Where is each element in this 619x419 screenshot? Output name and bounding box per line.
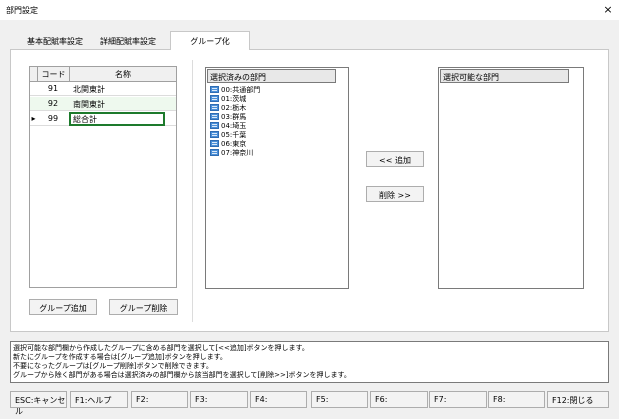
selected-departments-list[interactable]: 選択済みの部門 00:共通部門 01:茨城 02:栃木 03:群馬 04:埼玉 … bbox=[205, 67, 349, 289]
selected-list-header: 選択済みの部門 bbox=[207, 69, 336, 83]
group-grid[interactable]: コード 名称 91 北関東計 92 南関東計 ▸ 99 総合計 bbox=[29, 66, 177, 288]
department-icon bbox=[210, 131, 219, 138]
department-icon bbox=[210, 149, 219, 156]
f8-button[interactable]: F8: bbox=[488, 391, 545, 408]
row-header bbox=[30, 97, 37, 111]
row-header bbox=[30, 82, 37, 96]
close-icon[interactable]: × bbox=[602, 3, 614, 16]
f2-button[interactable]: F2: bbox=[131, 391, 188, 408]
list-item[interactable]: 01:茨城 bbox=[210, 94, 246, 103]
list-item[interactable]: 05:千葉 bbox=[210, 130, 246, 139]
tab-basic-allocation[interactable]: 基本配賦率設定 bbox=[14, 34, 96, 49]
window-title: 部門設定 bbox=[6, 6, 38, 15]
available-list-header: 選択可能な部門 bbox=[440, 69, 569, 83]
table-row-selected[interactable]: ▸ 99 総合計 bbox=[30, 112, 176, 126]
list-item[interactable]: 03:群馬 bbox=[210, 112, 246, 121]
list-item[interactable]: 00:共通部門 bbox=[210, 85, 260, 94]
department-icon bbox=[210, 86, 219, 93]
table-row[interactable]: 91 北関東計 bbox=[30, 82, 176, 96]
title-bar bbox=[0, 0, 619, 20]
list-item[interactable]: 04:埼玉 bbox=[210, 121, 246, 130]
f12-close-button[interactable]: F12:閉じる bbox=[547, 391, 609, 408]
tab-detail-allocation[interactable]: 詳細配賦率設定 bbox=[95, 34, 161, 49]
f4-button[interactable]: F4: bbox=[250, 391, 307, 408]
f1-help-button[interactable]: F1:ヘルプ bbox=[70, 391, 128, 408]
department-icon bbox=[210, 104, 219, 111]
f3-button[interactable]: F3: bbox=[190, 391, 248, 408]
department-icon bbox=[210, 140, 219, 147]
table-row[interactable]: 92 南関東計 bbox=[30, 97, 176, 111]
department-icon bbox=[210, 113, 219, 120]
row-code: 99 bbox=[47, 114, 59, 123]
tab-grouping[interactable]: グループ化 bbox=[170, 31, 250, 50]
f5-button[interactable]: F5: bbox=[311, 391, 368, 408]
grid-corner bbox=[30, 67, 37, 82]
row-code: 92 bbox=[47, 99, 59, 108]
esc-cancel-button[interactable]: ESC:キャンセル bbox=[10, 391, 67, 416]
f6-button[interactable]: F6: bbox=[370, 391, 428, 408]
current-row-marker: ▸ bbox=[31, 114, 36, 123]
row-name: 北関東計 bbox=[73, 85, 105, 94]
list-item[interactable]: 06:東京 bbox=[210, 139, 246, 148]
department-icon bbox=[210, 122, 219, 129]
f7-button[interactable]: F7: bbox=[429, 391, 487, 408]
delete-group-button[interactable]: グループ削除 bbox=[109, 299, 178, 315]
department-icon bbox=[210, 95, 219, 102]
help-text-box: 選択可能な部門欄から作成したグループに含める部門を選択して[<<追加]ボタンを押… bbox=[10, 341, 609, 383]
row-code: 91 bbox=[47, 84, 59, 93]
list-item[interactable]: 02:栃木 bbox=[210, 103, 246, 112]
available-departments-list[interactable]: 選択可能な部門 bbox=[438, 67, 584, 289]
remove-department-button[interactable]: 削除 >> bbox=[366, 186, 424, 202]
add-department-button[interactable]: << 追加 bbox=[366, 151, 424, 167]
add-group-button[interactable]: グループ追加 bbox=[29, 299, 97, 315]
help-line: グループから除く部門がある場合は選択済みの部門欄から該当部門を選択して[削除>>… bbox=[13, 371, 351, 379]
list-item[interactable]: 07:神奈川 bbox=[210, 148, 253, 157]
row-name-editing[interactable]: 総合計 bbox=[69, 112, 165, 126]
grid-header-code[interactable]: コード bbox=[37, 67, 69, 82]
row-name: 南関東計 bbox=[73, 100, 105, 109]
panel-divider bbox=[192, 60, 193, 322]
grid-header-name[interactable]: 名称 bbox=[69, 67, 176, 82]
